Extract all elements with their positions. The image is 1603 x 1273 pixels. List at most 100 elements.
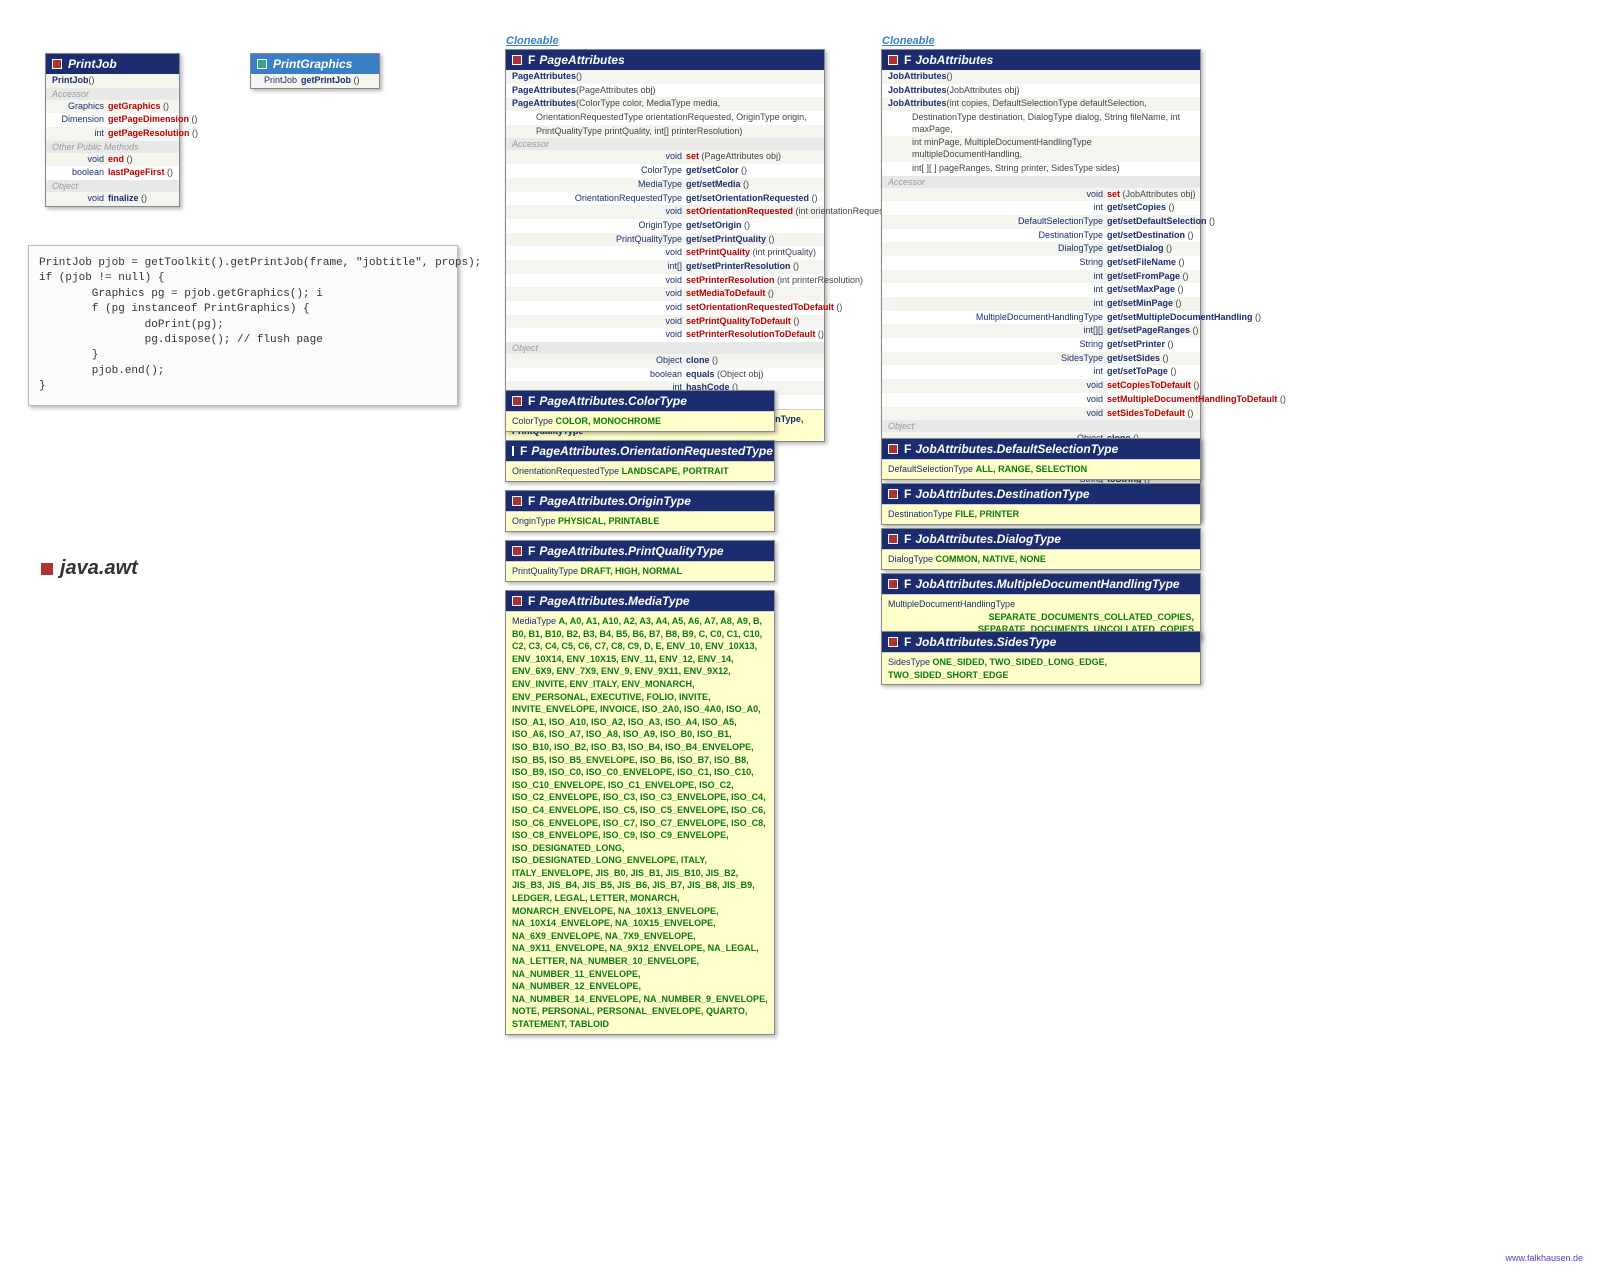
card-header: FJobAttributes.MultipleDocumentHandlingT… [882,574,1200,594]
method-row: SidesTypeget/setSides () [882,352,1200,366]
cloneable-label-ja: Cloneable [882,35,935,47]
class-icon [888,579,898,589]
class-icon [888,489,898,499]
card-colortype: FPageAttributes.ColorType ColorType COLO… [505,390,775,432]
card-title: JobAttributes [915,53,993,67]
method-row: booleanequals (Object obj) [506,368,824,382]
class-icon [888,637,898,647]
method-row: PrintQualityTypeget/setPrintQuality () [506,233,824,247]
card-sidestype: FJobAttributes.SidesType SidesType ONE_S… [881,631,1201,685]
card-header: FPageAttributes.OriginType [506,491,774,511]
method-row: Stringget/setFileName () [882,256,1200,270]
credit-link[interactable]: www.falkhausen.de [1505,1253,1583,1263]
method-row: voidsetMediaToDefault () [506,287,824,301]
accessor-header: Accessor [506,138,824,150]
enum-row: SidesType ONE_SIDED, TWO_SIDED_LONG_EDGE… [882,652,1200,684]
constructors-section: JobAttributes ()JobAttributes (JobAttrib… [882,70,1200,176]
constructor-row: PrintJob () [46,74,179,88]
constructor-row: PageAttributes (ColorType color, MediaTy… [506,97,824,111]
card-title: PageAttributes.MediaType [539,594,689,608]
method-row: voidfinalize () [46,192,179,206]
method-row: MultipleDocumentHandlingTypeget/setMulti… [882,311,1200,325]
card-header: FJobAttributes.DefaultSelectionType [882,439,1200,459]
class-icon [512,496,522,506]
method-row: Stringget/setPrinter () [882,338,1200,352]
card-header: FPageAttributes.ColorType [506,391,774,411]
constructor-row: OrientationRequestedType orientationRequ… [506,111,824,125]
method-row: voidsetPrintQuality (int printQuality) [506,246,824,260]
method-row: DialogTypeget/setDialog () [882,242,1200,256]
package-name: java.awt [60,557,138,580]
card-defaultselectiontype: FJobAttributes.DefaultSelectionType Defa… [881,438,1201,480]
method-row: voidsetPrintQualityToDefault () [506,315,824,329]
constructors-section: PrintJob () [46,74,179,88]
code-example: PrintJob pjob = getToolkit().getPrintJob… [28,245,458,406]
accessor-rows: voidset (PageAttributes obj)ColorTypeget… [506,150,824,342]
method-row: voidset (PageAttributes obj) [506,150,824,164]
class-icon [512,596,522,606]
constructor-row: PrintQualityType printQuality, int[] pri… [506,125,824,139]
method-row: MediaTypeget/setMedia () [506,178,824,192]
constructor-row: DestinationType destination, DialogType … [882,111,1200,136]
class-icon [888,534,898,544]
method-row: voidsetOrientationRequested (int orienta… [506,205,824,219]
object-header: Object [506,342,824,354]
object-rows: voidfinalize () [46,192,179,206]
method-row: GraphicsgetGraphics () [46,100,179,114]
method-row: voidsetPrinterResolution (int printerRes… [506,274,824,288]
object-header: Object [882,420,1200,432]
enum-row: MediaType A, A0, A1, A10, A2, A3, A4, A5… [506,611,774,1034]
constructors-section: PageAttributes ()PageAttributes (PageAtt… [506,70,824,138]
method-row: intgetPageResolution () [46,127,179,141]
card-pageattributes: FPageAttributes PageAttributes ()PageAtt… [505,49,825,442]
constructor-row: JobAttributes () [882,70,1200,84]
method-row: intget/setToPage () [882,365,1200,379]
method-row: voidsetOrientationRequestedToDefault () [506,301,824,315]
enum-row: OrientationRequestedType LANDSCAPE, PORT… [506,461,774,481]
method-row: intget/setMaxPage () [882,283,1200,297]
method-row: intget/setMinPage () [882,297,1200,311]
enum-row: DestinationType FILE, PRINTER [882,504,1200,524]
interface-icon [257,59,267,69]
constructor-row: int[ ][ ] pageRanges, String printer, Si… [882,162,1200,176]
accessor-rows: GraphicsgetGraphics ()DimensiongetPageDi… [46,100,179,141]
card-header: FPageAttributes [506,50,824,70]
card-header: FPageAttributes.MediaType [506,591,774,611]
constructor-row: JobAttributes (int copies, DefaultSelect… [882,97,1200,111]
constructor-row: JobAttributes (JobAttributes obj) [882,84,1200,98]
card-header: FPageAttributes.OrientationRequestedType [506,441,774,461]
card-printjob: PrintJob PrintJob () Accessor Graphicsge… [45,53,180,207]
method-row: voidsetMultipleDocumentHandlingToDefault… [882,393,1200,407]
method-row: voidend () [46,153,179,167]
method-row: ColorTypeget/setColor () [506,164,824,178]
class-icon [512,446,514,456]
method-rows: PrintJobgetPrintJob () [251,74,379,88]
card-multidochandlingtype: FJobAttributes.MultipleDocumentHandlingT… [881,573,1201,640]
card-header: FPageAttributes.PrintQualityType [506,541,774,561]
card-origintype: FPageAttributes.OriginType OriginType PH… [505,490,775,532]
method-row: int[]get/setPrinterResolution () [506,260,824,274]
card-title: PrintJob [68,57,117,71]
class-icon [888,444,898,454]
card-mediatype: FPageAttributes.MediaType MediaType A, A… [505,590,775,1035]
public-header: Other Public Methods [46,141,179,153]
method-row: voidsetSidesToDefault () [882,407,1200,421]
card-printgraphics: PrintGraphics PrintJobgetPrintJob () [250,53,380,89]
card-title: PageAttributes.OriginType [539,494,691,508]
card-title: JobAttributes.DefaultSelectionType [915,442,1118,456]
card-title: PageAttributes.OrientationRequestedType [531,444,773,458]
method-row: DimensiongetPageDimension () [46,113,179,127]
method-row: OriginTypeget/setOrigin () [506,219,824,233]
method-row: int[][]get/setPageRanges () [882,324,1200,338]
constructor-row: PageAttributes (PageAttributes obj) [506,84,824,98]
class-icon [512,55,522,65]
card-title: PrintGraphics [273,57,352,71]
enum-row: DialogType COMMON, NATIVE, NONE [882,549,1200,569]
card-title: PageAttributes.PrintQualityType [539,544,723,558]
class-icon [512,546,522,556]
card-header: FJobAttributes.DialogType [882,529,1200,549]
class-icon [52,59,62,69]
object-header: Object [46,180,179,192]
method-row: intget/setFromPage () [882,270,1200,284]
enum-row: ColorType COLOR, MONOCHROME [506,411,774,431]
